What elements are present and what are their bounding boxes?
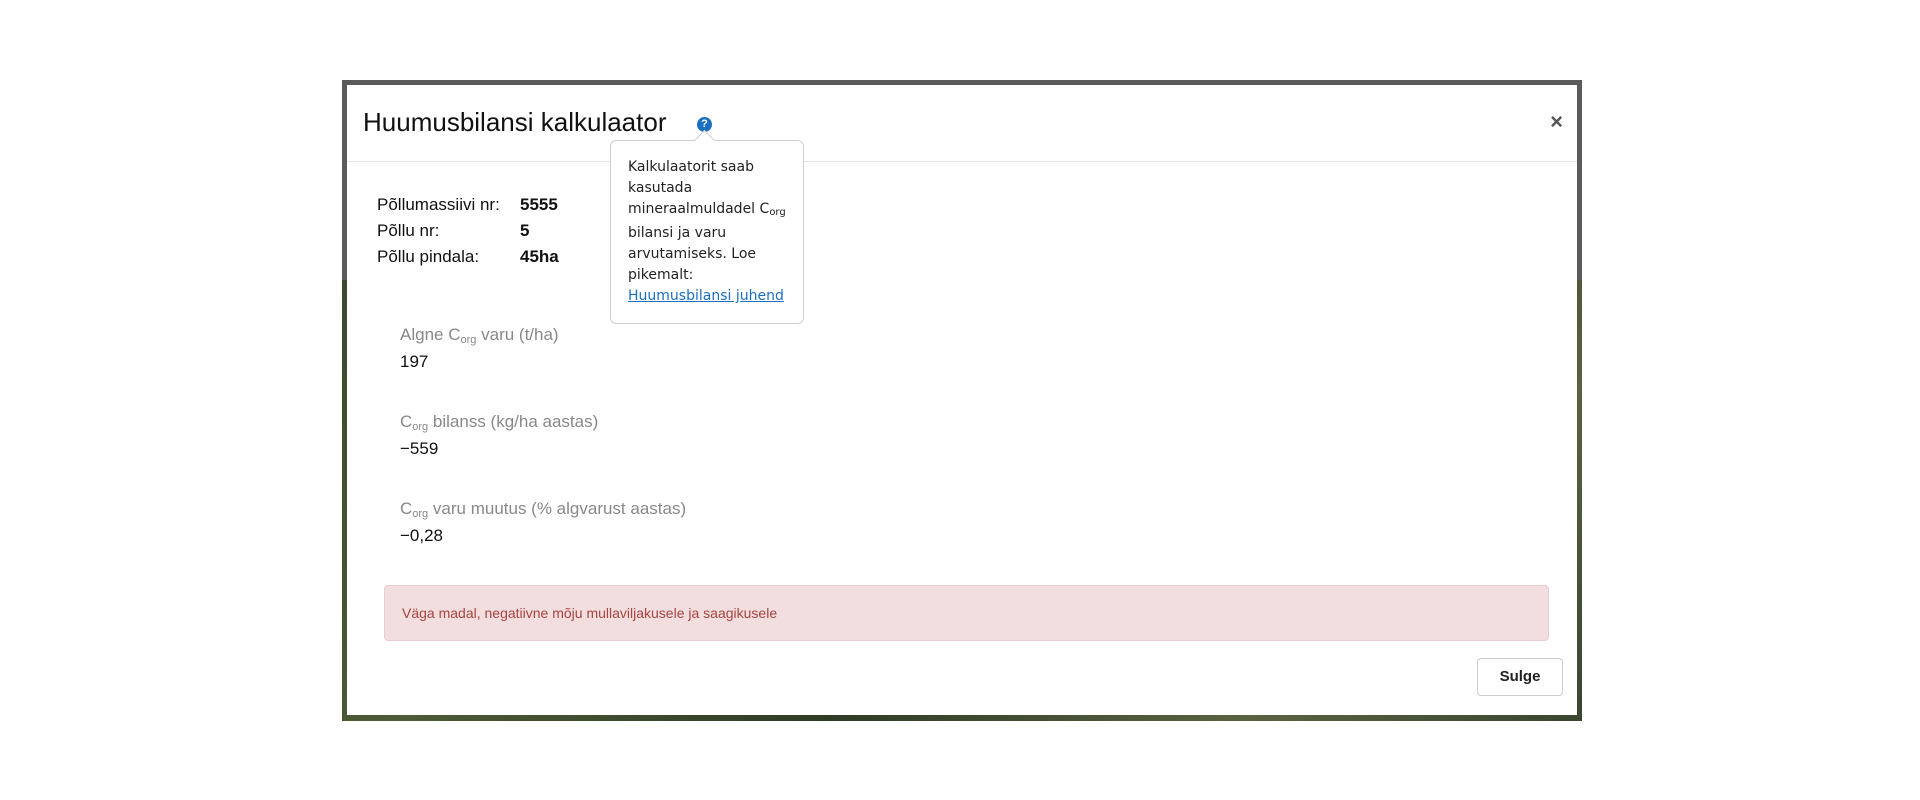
modal-title: Huumusbilansi kalkulaator [363,107,667,137]
tooltip-text-cont: bilansi ja varu arvutamiseks. Loe pikema… [628,225,757,283]
metric-stock-change-label: Corg varu muutus (% algvarust aastas) [400,499,687,520]
metric-balance-value: −559 [400,439,439,458]
metric-stock-change: Corg varu muutus (% algvarust aastas) −0… [400,499,686,546]
metric-balance-label: Corg bilanss (kg/ha aastas) [400,412,599,433]
field-area-value: 45ha [520,247,559,266]
field-info: Põllumassiivi nr: 5555 Põllu nr: 5 Põllu… [377,195,617,273]
alert-danger: Väga madal, negatiivne mõju mullaviljaku… [384,585,1549,641]
field-number-label: Põllu nr: [377,221,440,240]
metric-balance: Corg bilanss (kg/ha aastas) −559 [400,412,598,459]
field-number-value: 5 [520,221,530,240]
metric-initial-stock-value: 197 [400,352,429,371]
humus-balance-modal: Huumusbilansi kalkulaator ? × Põllumassi… [347,85,1577,715]
massif-label: Põllumassiivi nr: [377,195,500,214]
close-button[interactable]: Sulge [1477,658,1563,696]
massif-row: Põllumassiivi nr: 5555 [377,195,617,221]
tooltip-subscript: org [769,207,786,218]
help-tooltip: Kalkulaatorit saab kasutada mineraalmuld… [610,140,804,324]
field-area-label: Põllu pindala: [377,247,480,266]
metric-initial-stock: Algne Corg varu (t/ha) 197 [400,325,559,372]
metric-stock-change-value: −0,28 [400,526,444,545]
guide-link[interactable]: Huumusbilansi juhend [628,288,784,304]
tooltip-text: Kalkulaatorit saab kasutada mineraalmuld… [628,159,770,217]
modal-header: Huumusbilansi kalkulaator ? × [347,85,1577,162]
metric-initial-stock-label: Algne Corg varu (t/ha) [400,325,559,346]
field-number-row: Põllu nr: 5 [377,221,617,247]
close-icon[interactable]: × [1550,111,1563,133]
field-area-row: Põllu pindala: 45ha [377,247,617,273]
massif-value: 5555 [520,195,558,214]
